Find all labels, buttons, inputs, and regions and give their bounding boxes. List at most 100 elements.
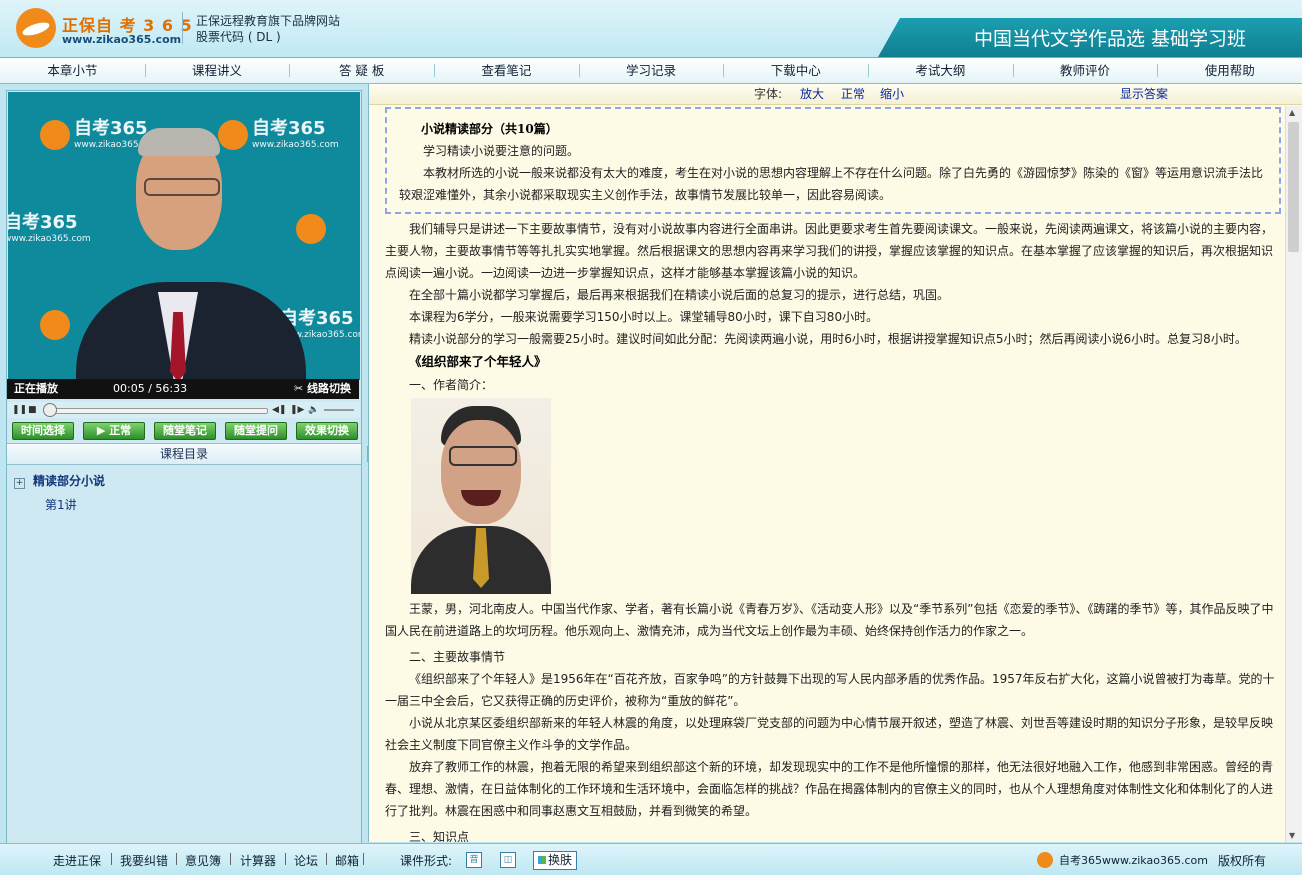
toc-chapter[interactable]: + 精读部分小说 <box>14 472 105 489</box>
footer-link-about[interactable]: 走进正保 <box>53 852 101 869</box>
video-player[interactable]: 自考365 www.zikao365.com 自考365 www.zikao365.… <box>8 92 360 380</box>
footer-site-url[interactable]: 自考365www.zikao365.com <box>1059 852 1208 868</box>
play-normal-button[interactable]: ▶ 正常 <box>83 422 145 440</box>
player-button-row: 时间选择 ▶ 正常 随堂笔记 随堂提问 效果切换 <box>12 422 358 440</box>
scroll-up-icon[interactable]: ▲ <box>1289 108 1295 117</box>
footer-link-feedback[interactable]: 意见簿 <box>185 852 221 869</box>
play-time: 00:05 / 56:33 <box>113 382 188 395</box>
brand-url[interactable]: www.zikao365.com <box>62 33 181 46</box>
main-nav: 本章小节 课程讲义 答 疑 板 查看笔记 学习记录 下载中心 考试大纲 教师评价… <box>0 58 1302 84</box>
nav-lecture-notes[interactable]: 课程讲义 <box>144 58 290 83</box>
watermark-logo-icon <box>40 310 70 340</box>
stop-icon[interactable]: ■ <box>28 404 37 416</box>
toc-lesson[interactable]: 第1讲 <box>45 496 77 513</box>
nav-view-notes[interactable]: 查看笔记 <box>434 58 579 83</box>
volume-icon[interactable]: 🔈 <box>308 404 319 416</box>
font-larger-link[interactable]: 放大 <box>800 84 824 104</box>
skin-button[interactable]: 换肤 <box>533 851 577 870</box>
photo-face <box>441 420 521 524</box>
volume-slider[interactable] <box>324 409 354 411</box>
expand-icon[interactable]: + <box>14 478 25 489</box>
author-photo <box>411 398 551 594</box>
paragraph: 精读小说部分的学习一般需要25小时。建议时间如此分配：先阅读两遍小说，用时6小时… <box>409 332 1247 346</box>
effect-switch-button[interactable]: 效果切换 <box>296 422 358 440</box>
footer-separator <box>176 853 177 865</box>
seek-handle[interactable] <box>43 403 58 417</box>
paragraph: 本课程为6学分，一般来说需要学习150小时以上。课堂辅导80小时，课下自习80小… <box>409 310 879 324</box>
footer-separator <box>285 853 286 865</box>
nav-study-record[interactable]: 学习记录 <box>578 58 724 83</box>
line-switch-button[interactable]: ✂ 线路切换 <box>294 379 351 399</box>
plot-paragraph: 《组织部来了个年轻人》是1956年在“百花齐放，百家争鸣”的方针鼓舞下出现的写人… <box>385 672 1275 708</box>
font-toolbar: 字体: 放大 正常 缩小 显示答案 <box>369 84 1302 105</box>
layout-mode-icon[interactable]: ◫ <box>500 852 516 868</box>
plot-paragraph: 放弃了教师工作的林震，抱着无限的希望来到组织部这个新的环境，却发现现实中的工作不… <box>385 760 1274 818</box>
course-title: 中国当代文学作品选 基础学习班 <box>973 28 1246 50</box>
nav-chapter-summary[interactable]: 本章小节 <box>0 58 145 83</box>
logo-icon[interactable] <box>16 8 56 48</box>
section-title: 《组织部来了个年轻人》 <box>409 354 547 369</box>
lecturer-hair <box>138 128 220 156</box>
watermark-logo-icon <box>296 214 326 244</box>
footer-logo-icon <box>1037 852 1053 868</box>
watermark: 自考365 www.zikao365.com <box>8 212 91 244</box>
lecturer-glasses <box>144 178 220 196</box>
footer-link-mail[interactable]: 邮箱 <box>335 852 359 869</box>
tagline: 正保远程教育旗下品牌网站 <box>196 14 341 28</box>
time-select-button[interactable]: 时间选择 <box>12 422 74 440</box>
intro-box: 小说精读部分（共10篇） 学习精读小说要注意的问题。 本教材所选的小说一般来说都… <box>385 107 1281 214</box>
font-normal-link[interactable]: 正常 <box>841 84 865 104</box>
watermark-logo-icon <box>40 120 70 150</box>
footer-copyright: 版权所有 <box>1218 854 1267 868</box>
site-header: 正保自 考 3 6 5 www.zikao365.com 正保远程教育旗下品牌网… <box>0 0 1302 58</box>
pause-icon[interactable]: ❚❚ <box>12 404 27 416</box>
knowledge-heading: 三、知识点 <box>409 830 470 842</box>
nav-help[interactable]: 使用帮助 <box>1157 58 1302 83</box>
scroll-thumb[interactable] <box>1288 122 1299 252</box>
plot-paragraph: 小说从北京某区委组织部新来的年轻人林震的角度，以处理麻袋厂党支部的问题为中心情节… <box>385 716 1274 752</box>
font-label: 字体: <box>754 87 783 101</box>
course-format-label: 课件形式: <box>400 854 453 868</box>
left-panel: 自考365 www.zikao365.com 自考365 www.zikao365.… <box>6 90 362 844</box>
footer-separator <box>326 853 327 865</box>
author-text: 王蒙，男，河北南皮人。中国当代作家、学者，著有长篇小说《青春万岁》、《活动变人形… <box>385 602 1274 638</box>
footer-separator <box>363 853 364 865</box>
nav-teacher-review[interactable]: 教师评价 <box>1012 58 1158 83</box>
footer-link-calculator[interactable]: 计算器 <box>240 852 276 869</box>
author-heading: 一、作者简介： <box>409 378 494 392</box>
footer-separator <box>111 853 112 865</box>
nav-exam-syllabus[interactable]: 考试大纲 <box>868 58 1013 83</box>
paragraph: 在全部十篇小说都学习掌握后，最后再来根据我们在精读小说后面的总复习的提示，进行总… <box>409 288 950 302</box>
show-answer-link[interactable]: 显示答案 <box>1120 84 1168 104</box>
footer-link-forum[interactable]: 论坛 <box>294 852 318 869</box>
forward-icon[interactable]: ❚▶ <box>290 404 304 416</box>
toc-header: 课程目录 <box>7 443 361 465</box>
header-divider <box>182 12 183 44</box>
audio-mode-icon[interactable]: 音 <box>466 852 482 868</box>
content-scrollbar[interactable]: ▲ ▼ <box>1285 106 1302 842</box>
font-smaller-link[interactable]: 缩小 <box>880 84 904 104</box>
scroll-down-icon[interactable]: ▼ <box>1289 831 1295 840</box>
site-footer: 走进正保 我要纠错 意见簿 计算器 论坛 邮箱 课件形式: 音 ◫ 换肤 自考3… <box>0 843 1302 875</box>
player-controls: ❚❚ ■ ◀❚ ❚▶ 🔈 <box>8 402 360 418</box>
video-status-bar: 正在播放 00:05 / 56:33 ✂ 线路切换 <box>7 379 359 399</box>
stock-code: 股票代码 ( DL ) <box>196 30 281 44</box>
class-notes-button[interactable]: 随堂笔记 <box>154 422 216 440</box>
seek-bar[interactable] <box>44 408 268 414</box>
paragraph: 我们辅导只是讲述一下主要故事情节，没有对小说故事内容进行全面串讲。因此更要求考生… <box>385 222 1274 280</box>
footer-link-report-error[interactable]: 我要纠错 <box>120 852 168 869</box>
photo-glasses <box>449 446 517 466</box>
intro-line: 本教材所选的小说一般来说都没有太大的难度，考生在对小说的思想内容理解上不存在什么… <box>399 166 1264 202</box>
content-panel: 字体: 放大 正常 缩小 显示答案 小说精读部分（共10篇） 学习精读小说要注意… <box>368 84 1302 842</box>
rewind-icon[interactable]: ◀❚ <box>272 404 286 416</box>
paragraph-block: 我们辅导只是讲述一下主要故事情节，没有对小说故事内容进行全面串讲。因此更要求考生… <box>385 214 1281 350</box>
plot-heading: 二、主要故事情节 <box>409 650 506 664</box>
lecture-content: 小说精读部分（共10篇） 学习精读小说要注意的问题。 本教材所选的小说一般来说都… <box>385 107 1281 842</box>
play-status: 正在播放 <box>14 382 58 395</box>
class-question-button[interactable]: 随堂提问 <box>225 422 287 440</box>
nav-qa-board[interactable]: 答 疑 板 <box>289 58 434 83</box>
nav-download-center[interactable]: 下载中心 <box>723 58 868 83</box>
intro-line: 学习精读小说要注意的问题。 <box>423 144 580 158</box>
watermark-logo-icon <box>218 120 248 150</box>
intro-title: 小说精读部分（共10篇） <box>421 122 558 136</box>
